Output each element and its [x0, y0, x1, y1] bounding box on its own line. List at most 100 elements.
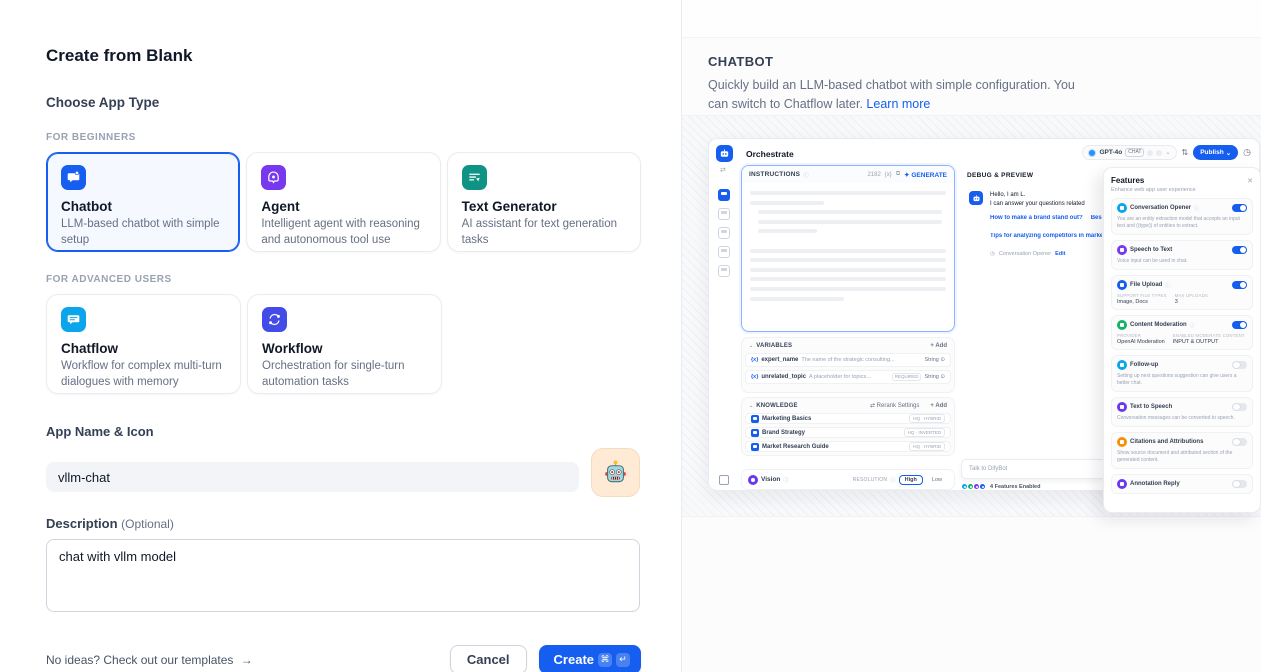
feature-item: Citations and Attributions Show source d…: [1111, 432, 1253, 469]
follow-up-icon: [1117, 360, 1127, 370]
cancel-button[interactable]: Cancel: [450, 645, 527, 672]
for-beginners-label: FOR BEGINNERS: [46, 132, 641, 143]
create-from-blank-pane: Create from Blank Choose App Type FOR BE…: [0, 0, 681, 672]
debug-preview-title: DEBUG & PREVIEW: [967, 172, 1033, 179]
info-icon: ⓘ: [783, 476, 789, 484]
features-subtitle: Enhance web app user experience: [1111, 187, 1253, 193]
resolution-low-option: Low: [926, 475, 948, 485]
skeleton-line: [758, 229, 817, 233]
knowledge-name: Brand Strategy: [762, 430, 805, 436]
feature-name: File Upload: [1130, 282, 1162, 288]
feature-name: Citations and Attributions: [1130, 439, 1203, 445]
detail-key: ENABLED MODERATE CONTENT: [1173, 333, 1245, 338]
detail-value: INPUT & OUTPUT: [1173, 339, 1245, 345]
variable-description: The name of the strategic consulting...: [801, 357, 921, 363]
chat-mode-badge: CHAT: [1125, 148, 1144, 157]
content-moderation-icon: [1117, 320, 1127, 330]
create-button-label: Create: [554, 652, 594, 667]
app-name-input[interactable]: [46, 462, 579, 492]
features-enabled-label: 4 Features Enabled: [990, 484, 1040, 490]
feature-item: Content Moderation ⓘ PROVIDER OpenAI Mod…: [1111, 315, 1253, 350]
card-name: Chatbot: [61, 199, 225, 214]
create-app-screen: Create from Blank Choose App Type FOR BE…: [0, 0, 1261, 672]
detail-value: 3: [1175, 299, 1208, 305]
skeleton-line: [758, 210, 942, 214]
skeleton-line: [750, 249, 946, 253]
greeting-line-2: I can answer your questions related: [990, 200, 1102, 209]
card-description: AI assistant for text generation tasks: [462, 217, 626, 248]
feature-toggle: [1232, 480, 1247, 489]
instructions-skeleton-text: [742, 183, 954, 314]
choose-app-type-label: Choose App Type: [46, 95, 641, 110]
copy-icon: ⧉: [896, 171, 900, 178]
app-type-card-workflow[interactable]: Workflow Orchestration for single-turn a…: [247, 294, 442, 394]
app-type-card-agent[interactable]: Agent Intelligent agent with reasoning a…: [246, 152, 440, 252]
right-pane-top-strip: [682, 0, 1261, 38]
learn-more-link[interactable]: Learn more: [866, 97, 930, 111]
add-variable-button: + Add: [930, 343, 947, 349]
detail-value: Image, Docs: [1117, 299, 1167, 305]
description-textarea[interactable]: chat with vllm model: [46, 539, 640, 612]
feature-item: Speech to Text Voice input can be used i…: [1111, 240, 1253, 270]
variable-type: String ⊙: [924, 374, 945, 380]
feature-name: Text to Speech: [1130, 404, 1172, 410]
card-name: Chatflow: [61, 341, 226, 356]
add-knowledge-button: + Add: [930, 403, 947, 409]
knowledge-title: KNOWLEDGE: [756, 403, 797, 409]
citations-icon: [1117, 437, 1127, 447]
instructions-title: INSTRUCTIONS: [749, 171, 800, 178]
robot-face-icon: [602, 459, 629, 486]
skeleton-line: [750, 277, 946, 281]
feature-description: Setting up next questions suggestion can…: [1117, 373, 1247, 387]
app-type-card-chatbot[interactable]: Chatbot LLM-based chatbot with simple se…: [46, 152, 240, 252]
settings-icon: [1156, 150, 1162, 156]
app-name-row: [46, 448, 641, 492]
history-icon: ◷: [1243, 148, 1251, 157]
app-name-label: App Name & Icon: [46, 424, 641, 439]
templates-link[interactable]: No ideas? Check out our templates →: [46, 653, 253, 667]
preview-nav-bottom-icon: [719, 475, 729, 485]
app-type-card-chatflow[interactable]: Chatflow Workflow for complex multi-turn…: [46, 294, 241, 394]
app-icon-picker[interactable]: [591, 448, 640, 497]
variable-row: {x} expert_name The name of the strategi…: [745, 353, 951, 367]
knowledge-name: Marketing Basics: [762, 416, 811, 422]
close-icon: ✕: [1247, 177, 1253, 185]
detail-value: OpenAI Moderation: [1117, 339, 1165, 345]
bot-avatar: [969, 191, 983, 205]
knowledge-tag: HQ · INVERTED: [904, 428, 945, 437]
app-type-card-text-generator[interactable]: Text Generator AI assistant for text gen…: [447, 152, 641, 252]
preview-nav-item: [718, 208, 730, 220]
cmd-key-icon: ⌘: [598, 653, 612, 667]
feature-toggle: [1232, 246, 1247, 255]
required-badge: REQUIRED: [892, 373, 922, 382]
skeleton-line: [750, 258, 946, 262]
feature-description: Show source document and attributed sect…: [1117, 450, 1247, 464]
suggested-question: How to make a brand stand out?: [990, 215, 1083, 221]
beginner-cards-row: Chatbot LLM-based chatbot with simple se…: [46, 152, 641, 252]
features-title: Features: [1111, 176, 1144, 185]
feature-toggle: [1232, 438, 1247, 447]
feature-name: Conversation Opener: [1130, 205, 1191, 211]
chatbot-icon: [61, 165, 86, 190]
feature-item: Follow-up Setting up next questions sugg…: [1111, 355, 1253, 392]
app-type-heading: CHATBOT: [708, 54, 1221, 69]
preview-knowledge-panel: ⌄ KNOWLEDGE ⇄ Rerank Settings + Add Mark…: [741, 397, 955, 456]
feature-detail-col: ENABLED MODERATE CONTENT INPUT & OUTPUT: [1173, 333, 1245, 345]
chatflow-icon: [61, 307, 86, 332]
skeleton-line: [750, 268, 946, 272]
feature-description: You are an entity extraction model that …: [1117, 216, 1247, 230]
feature-toggle: [1232, 321, 1247, 330]
detail-key: SUPPORT FILE TYPES: [1117, 293, 1167, 298]
upload-feature-icon: [979, 483, 986, 490]
feature-toggle: [1232, 281, 1247, 290]
workflow-icon: [262, 307, 287, 332]
bot-greeting: Hello, I am L. I can answer your questio…: [990, 191, 1102, 210]
description-label: Description (Optional): [46, 516, 641, 531]
feature-item: File Upload ⓘ SUPPORT FILE TYPES Image, …: [1111, 275, 1253, 310]
knowledge-row: Brand Strategy HQ · INVERTED: [745, 427, 951, 438]
knowledge-tag: HQ · HYBRID: [909, 442, 945, 451]
feature-toggle: [1232, 204, 1247, 213]
resolution-label: RESOLUTION: [853, 477, 888, 483]
create-button[interactable]: Create ⌘ ↵: [539, 645, 641, 672]
knowledge-name: Market Research Guide: [762, 444, 829, 450]
